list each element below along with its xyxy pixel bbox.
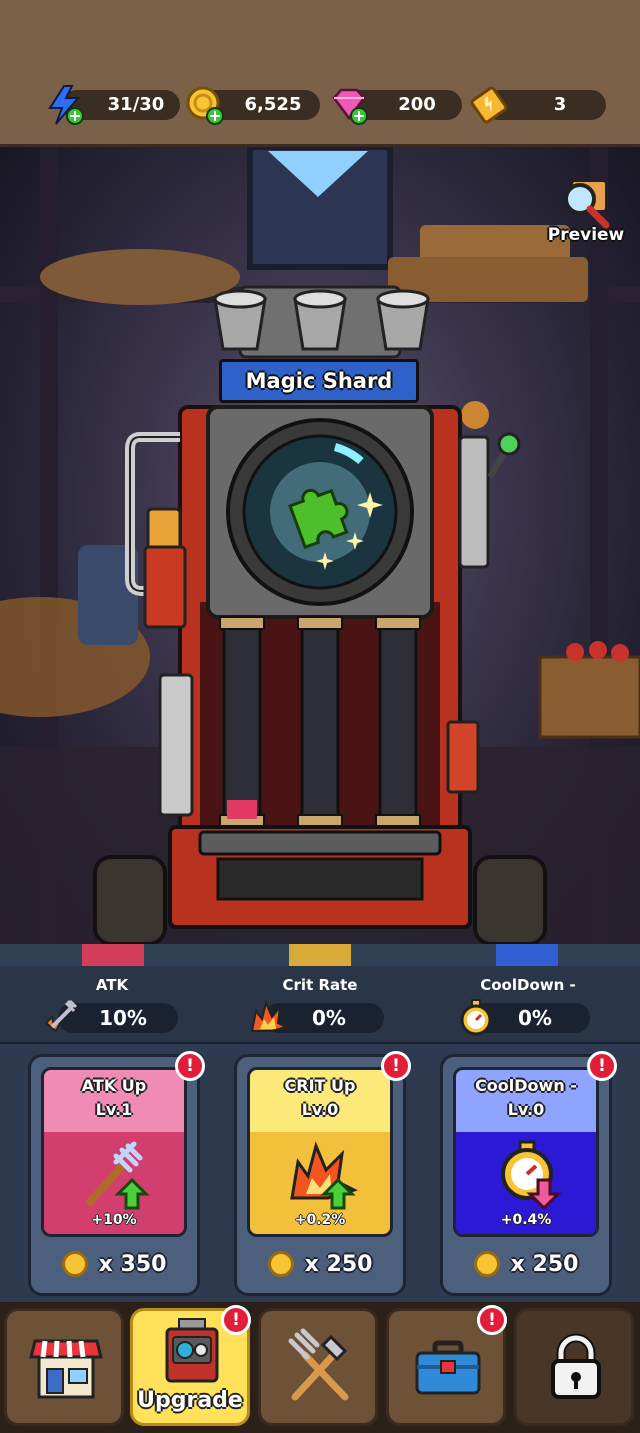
crit-up-alert-badge: ! <box>381 1051 411 1081</box>
gauge-fill-0 <box>227 800 257 819</box>
atk-up-title-block: ATK Up Lv.1 <box>44 1074 184 1122</box>
cooldown-stat-value: 0% <box>518 1006 552 1030</box>
machine-title-plate: Magic Shard <box>219 359 419 403</box>
tickets-value: 3 <box>553 94 567 115</box>
gems-value: 200 <box>398 94 436 115</box>
lightning-plus-icon[interactable] <box>44 84 86 126</box>
atk-up-face: ATK Up Lv.1 +10% <box>41 1067 187 1237</box>
atk-up-cost[interactable]: x 350 <box>31 1251 197 1285</box>
gold-coin-icon <box>61 1251 88 1277</box>
cooldown-stat-label: CoolDown - <box>480 976 576 994</box>
crit-up-face: CRIT Up Lv.0 +0.2% <box>247 1067 393 1237</box>
atk-strip <box>82 944 144 966</box>
atk-up-bonus: +10% <box>91 1212 137 1228</box>
cooldown-title: CoolDown - <box>475 1076 577 1095</box>
nav-tab-shop[interactable] <box>4 1308 124 1426</box>
cooldown-title-block: CoolDown - Lv.0 <box>456 1074 596 1122</box>
explosion-icon <box>250 999 288 1032</box>
toolbox-alert-badge: ! <box>477 1305 507 1335</box>
resource-bar: 31/30 6,525 200 3 <box>0 0 640 147</box>
crit-up-title-block: CRIT Up Lv.0 <box>250 1074 390 1122</box>
atk-up-title: ATK Up <box>81 1076 147 1095</box>
cooldown-level: Lv.0 <box>507 1100 545 1119</box>
magnifier-icon <box>564 180 610 229</box>
pink-gem-plus-icon[interactable] <box>328 84 370 126</box>
cooldown-cost-value: x 250 <box>510 1251 579 1277</box>
upgrade-scene: Magic Shard Preview <box>0 147 640 944</box>
atk-stat-value: 10% <box>99 1006 147 1030</box>
preview-label: Preview <box>547 225 625 245</box>
energy-value: 31/30 <box>107 94 165 115</box>
gold-coin-icon <box>267 1251 294 1277</box>
bottom-nav: Upgrade ! ! <box>0 1302 640 1433</box>
atk-up-alert-badge: ! <box>175 1051 205 1081</box>
nav-tab-tools[interactable] <box>258 1308 378 1426</box>
gold-coin-icon <box>473 1251 500 1277</box>
preview-button[interactable]: Preview <box>544 175 628 249</box>
machine-icon <box>165 1318 219 1383</box>
cooldown-bonus: +0.4% <box>500 1212 552 1228</box>
pitchfork-shovel-icon <box>288 1328 349 1401</box>
crit-stat-label: Crit Rate <box>282 976 358 994</box>
stopwatch-icon <box>460 999 492 1036</box>
nav-tab-locked[interactable] <box>514 1308 634 1426</box>
crit-up-bonus: +0.2% <box>294 1212 346 1228</box>
gold-value: 6,525 <box>244 94 302 115</box>
shop-icon <box>29 1339 103 1399</box>
crit-strip <box>289 944 351 966</box>
ticket-icon[interactable] <box>468 84 510 126</box>
cooldown-alert-badge: ! <box>587 1051 617 1081</box>
gauge-color-strip <box>0 944 640 966</box>
nav-tab-upgrade[interactable]: Upgrade ! <box>130 1305 251 1426</box>
gold-coin-plus-icon[interactable] <box>184 84 226 126</box>
pitchfork-spark-icon <box>44 999 78 1033</box>
upgrade-cards: ATK Up Lv.1 +10% x 350 ! CRIT Up Lv.0 +0… <box>0 1044 640 1302</box>
machine-title: Magic Shard <box>245 369 393 393</box>
pitchfork-up-arrow-icon <box>86 1141 150 1210</box>
atk-up-cost-value: x 350 <box>98 1251 167 1277</box>
crit-up-title: CRIT Up <box>284 1076 356 1095</box>
atk-up-level: Lv.1 <box>95 1100 133 1119</box>
atk-up-card[interactable]: ATK Up Lv.1 +10% x 350 ! <box>28 1051 205 1296</box>
crit-up-cost[interactable]: x 250 <box>237 1251 403 1285</box>
upgrade-machine <box>93 285 547 944</box>
nav-tab-upgrade-label: Upgrade <box>137 1388 243 1413</box>
cooldown-cost[interactable]: x 250 <box>443 1251 609 1285</box>
explosion-up-arrow-icon <box>290 1141 358 1210</box>
crit-stat-value: 0% <box>312 1006 346 1030</box>
lock-icon <box>551 1333 601 1399</box>
nav-tab-toolbox[interactable]: ! <box>386 1305 507 1426</box>
cooldown-card[interactable]: CoolDown - Lv.0 +0.4% x 250 ! <box>440 1051 617 1296</box>
upgrade-alert-badge: ! <box>221 1305 251 1335</box>
crit-up-cost-value: x 250 <box>304 1251 373 1277</box>
crit-up-level: Lv.0 <box>301 1100 339 1119</box>
cooldown-strip <box>496 944 558 966</box>
toolbox-icon <box>415 1340 481 1395</box>
stopwatch-down-arrow-icon <box>501 1140 562 1210</box>
atk-stat-label: ATK <box>95 976 129 994</box>
stats-panel: ATK 10% Crit Rate 0% CoolDown - 0% <box>0 966 640 1044</box>
crit-up-card[interactable]: CRIT Up Lv.0 +0.2% x 250 ! <box>234 1051 411 1296</box>
cooldown-face: CoolDown - Lv.0 +0.4% <box>453 1067 599 1237</box>
